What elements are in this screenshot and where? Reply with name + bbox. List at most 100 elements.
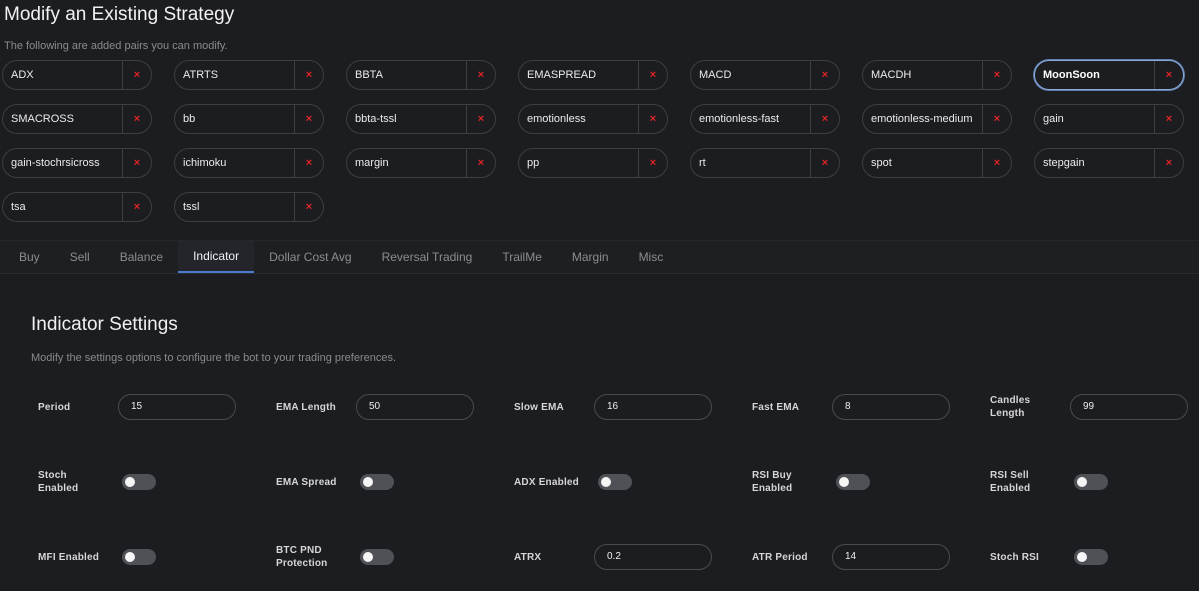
- pair-chip-tsa[interactable]: tsa ×: [2, 192, 152, 222]
- atr-period-input[interactable]: 14: [832, 544, 950, 570]
- toggle-knob: [1077, 552, 1087, 562]
- pair-name[interactable]: bbta-tssl: [347, 105, 467, 133]
- field-label-atrx: ATRX: [514, 551, 542, 563]
- pair-chip-pp[interactable]: pp ×: [518, 148, 668, 178]
- pair-chip-rt[interactable]: rt ×: [690, 148, 840, 178]
- pair-name[interactable]: rt: [691, 149, 811, 177]
- remove-icon[interactable]: ×: [1155, 105, 1183, 133]
- pair-name[interactable]: stepgain: [1035, 149, 1155, 177]
- pair-name[interactable]: bb: [175, 105, 295, 133]
- pair-chip-bb[interactable]: bb ×: [174, 104, 324, 134]
- adx-enabled-toggle[interactable]: [598, 474, 632, 490]
- remove-icon[interactable]: ×: [123, 149, 151, 177]
- remove-icon[interactable]: ×: [123, 193, 151, 221]
- pair-chip-tssl[interactable]: tssl ×: [174, 192, 324, 222]
- pair-chip-margin[interactable]: margin ×: [346, 148, 496, 178]
- pair-name[interactable]: margin: [347, 149, 467, 177]
- remove-icon[interactable]: ×: [811, 105, 839, 133]
- fast-ema-input[interactable]: 8: [832, 394, 950, 420]
- tab-balance[interactable]: Balance: [105, 241, 178, 273]
- tab-reversal-trading[interactable]: Reversal Trading: [367, 241, 488, 273]
- tab-buy[interactable]: Buy: [4, 241, 55, 273]
- pair-name[interactable]: spot: [863, 149, 983, 177]
- tab-trailme[interactable]: TrailMe: [487, 241, 557, 273]
- remove-icon[interactable]: ×: [467, 105, 495, 133]
- rsi-sell-enabled-toggle[interactable]: [1074, 474, 1108, 490]
- pair-name[interactable]: emotionless-fast: [691, 105, 811, 133]
- pair-name[interactable]: ADX: [3, 61, 123, 89]
- pair-chip-bbta-tssl[interactable]: bbta-tssl ×: [346, 104, 496, 134]
- pair-name[interactable]: ichimoku: [175, 149, 295, 177]
- btc-pnd-protection-toggle[interactable]: [360, 549, 394, 565]
- mfi-enabled-toggle[interactable]: [122, 549, 156, 565]
- pair-chip-moonsoon[interactable]: MoonSoon ×: [1034, 60, 1184, 90]
- pair-chip-adx[interactable]: ADX ×: [2, 60, 152, 90]
- remove-icon[interactable]: ×: [1155, 61, 1183, 89]
- remove-icon[interactable]: ×: [295, 61, 323, 89]
- pair-name[interactable]: MACDH: [863, 61, 983, 89]
- pair-chip-bbta[interactable]: BBTA ×: [346, 60, 496, 90]
- pair-name[interactable]: pp: [519, 149, 639, 177]
- pair-chip-emotionless-medium[interactable]: emotionless-medium ×: [862, 104, 1012, 134]
- remove-icon[interactable]: ×: [295, 105, 323, 133]
- pair-chip-emotionless[interactable]: emotionless ×: [518, 104, 668, 134]
- remove-icon[interactable]: ×: [467, 61, 495, 89]
- pair-name[interactable]: tssl: [175, 193, 295, 221]
- remove-icon[interactable]: ×: [295, 149, 323, 177]
- field-label-stoch-rsi: Stoch RSI: [990, 551, 1040, 563]
- ema-spread-toggle[interactable]: [360, 474, 394, 490]
- pair-name[interactable]: EMASPREAD: [519, 61, 639, 89]
- remove-icon[interactable]: ×: [639, 149, 667, 177]
- pair-chip-gain-stochrsicross[interactable]: gain-stochrsicross ×: [2, 148, 152, 178]
- toggle-knob: [125, 552, 135, 562]
- pair-name[interactable]: emotionless-medium: [863, 105, 983, 133]
- field-label-period: Period: [38, 401, 71, 413]
- period-input[interactable]: 15: [118, 394, 236, 420]
- pair-chip-stepgain[interactable]: stepgain ×: [1034, 148, 1184, 178]
- stoch-enabled-toggle[interactable]: [122, 474, 156, 490]
- remove-icon[interactable]: ×: [983, 105, 1011, 133]
- pair-chip-emotionless-fast[interactable]: emotionless-fast ×: [690, 104, 840, 134]
- pair-chip-macdh[interactable]: MACDH ×: [862, 60, 1012, 90]
- atrx-input[interactable]: 0.2: [594, 544, 712, 570]
- remove-icon[interactable]: ×: [467, 149, 495, 177]
- field-label-btc-pnd-protection: BTC PND Protection: [276, 545, 328, 569]
- remove-icon[interactable]: ×: [811, 149, 839, 177]
- slow-ema-input[interactable]: 16: [594, 394, 712, 420]
- pair-chip-ichimoku[interactable]: ichimoku ×: [174, 148, 324, 178]
- tab-sell[interactable]: Sell: [55, 241, 105, 273]
- candles-length-input[interactable]: 99: [1070, 394, 1188, 420]
- remove-icon[interactable]: ×: [295, 193, 323, 221]
- pair-name[interactable]: MACD: [691, 61, 811, 89]
- tab-dollar-cost-avg[interactable]: Dollar Cost Avg: [254, 241, 366, 273]
- pair-chip-atrts[interactable]: ATRTS ×: [174, 60, 324, 90]
- pair-name[interactable]: gain-stochrsicross: [3, 149, 123, 177]
- remove-icon[interactable]: ×: [811, 61, 839, 89]
- pair-name[interactable]: ATRTS: [175, 61, 295, 89]
- remove-icon[interactable]: ×: [983, 61, 1011, 89]
- pair-chip-gain[interactable]: gain ×: [1034, 104, 1184, 134]
- settings-tab-bar: Buy Sell Balance Indicator Dollar Cost Avg Re…: [0, 240, 1199, 274]
- pair-chip-smacross[interactable]: SMACROSS ×: [2, 104, 152, 134]
- tab-misc[interactable]: Misc: [624, 241, 679, 273]
- pair-chip-macd[interactable]: MACD ×: [690, 60, 840, 90]
- remove-icon[interactable]: ×: [1155, 149, 1183, 177]
- pair-name[interactable]: SMACROSS: [3, 105, 123, 133]
- pair-name[interactable]: BBTA: [347, 61, 467, 89]
- ema-length-input[interactable]: 50: [356, 394, 474, 420]
- pair-chip-spot[interactable]: spot ×: [862, 148, 1012, 178]
- remove-icon[interactable]: ×: [123, 61, 151, 89]
- pair-name[interactable]: emotionless: [519, 105, 639, 133]
- pair-name[interactable]: tsa: [3, 193, 123, 221]
- remove-icon[interactable]: ×: [123, 105, 151, 133]
- remove-icon[interactable]: ×: [983, 149, 1011, 177]
- tab-margin[interactable]: Margin: [557, 241, 624, 273]
- stoch-rsi-toggle[interactable]: [1074, 549, 1108, 565]
- remove-icon[interactable]: ×: [639, 61, 667, 89]
- rsi-buy-enabled-toggle[interactable]: [836, 474, 870, 490]
- pair-name[interactable]: MoonSoon: [1035, 61, 1155, 89]
- pair-chip-emaspread[interactable]: EMASPREAD ×: [518, 60, 668, 90]
- tab-indicator[interactable]: Indicator: [178, 241, 255, 273]
- pair-name[interactable]: gain: [1035, 105, 1155, 133]
- remove-icon[interactable]: ×: [639, 105, 667, 133]
